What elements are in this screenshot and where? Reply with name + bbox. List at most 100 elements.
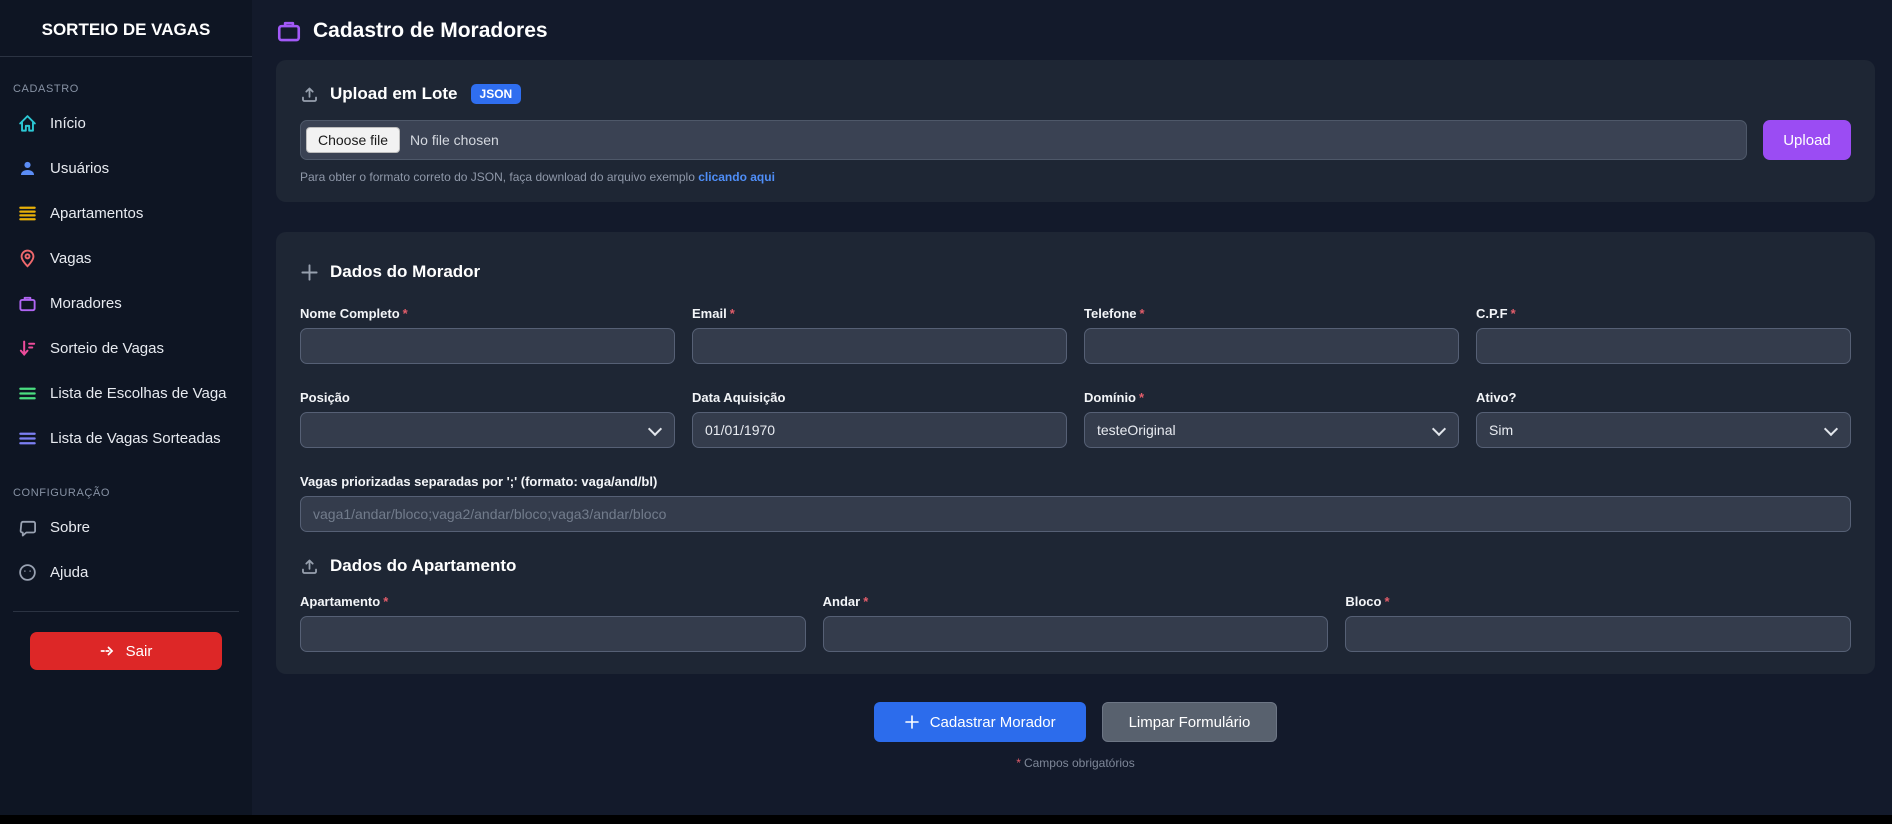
data-aquisicao-input[interactable] [692, 412, 1067, 448]
vagas-priorizadas-input[interactable] [300, 496, 1851, 532]
field-bloco: Bloco* [1345, 594, 1851, 652]
map-pin-icon [18, 249, 37, 268]
sidebar-item-moradores[interactable]: Moradores [0, 281, 252, 326]
divider [0, 56, 252, 57]
sidebar: SORTEIO DE VAGAS CADASTRO Início Usuário… [0, 0, 252, 824]
bloco-input[interactable] [1345, 616, 1851, 652]
choose-file-button[interactable]: Choose file [306, 127, 400, 153]
email-input[interactable] [692, 328, 1067, 364]
morador-section-title: Dados do Morador [330, 262, 480, 282]
section-label-cadastro: CADASTRO [13, 83, 252, 95]
sidebar-item-label: Ajuda [50, 564, 88, 581]
upload-icon [300, 557, 319, 576]
page-title: Cadastro de Moradores [313, 19, 548, 43]
posicao-select[interactable] [300, 412, 675, 448]
form-actions: Cadastrar Morador Limpar Formulário [276, 702, 1875, 742]
logout-button[interactable]: Sair [30, 632, 222, 670]
field-dominio: Domínio* testeOriginal [1084, 390, 1459, 448]
file-input[interactable]: Choose file No file chosen [300, 120, 1747, 160]
submit-label: Cadastrar Morador [930, 714, 1056, 731]
telefone-input[interactable] [1084, 328, 1459, 364]
chat-icon [18, 518, 37, 537]
form-row-3: Apartamento* Andar* Bloco* [300, 594, 1851, 652]
list-icon [18, 429, 37, 448]
section-label-configuracao: CONFIGURAÇÃO [13, 487, 252, 499]
sidebar-item-vagas[interactable]: Vagas [0, 236, 252, 281]
field-label: Nome Completo* [300, 306, 675, 321]
required-marker: * [1016, 756, 1021, 770]
sidebar-item-sobre[interactable]: Sobre [0, 505, 252, 550]
briefcase-icon [18, 294, 37, 313]
field-label: Ativo? [1476, 390, 1851, 405]
field-label: Bloco* [1345, 594, 1851, 609]
sidebar-item-ajuda[interactable]: Ajuda [0, 550, 252, 595]
apartamento-input[interactable] [300, 616, 806, 652]
upload-card: Upload em Lote JSON Choose file No file … [276, 60, 1875, 202]
required-marker: * [730, 306, 735, 321]
field-cpf: C.P.F* [1476, 306, 1851, 364]
form-card: Dados do Morador Nome Completo* Email* T… [276, 232, 1875, 674]
required-marker: * [403, 306, 408, 321]
field-apartamento: Apartamento* [300, 594, 806, 652]
main-content: Cadastro de Moradores Upload em Lote JSO… [252, 0, 1892, 824]
dominio-select[interactable]: testeOriginal [1084, 412, 1459, 448]
page-header: Cadastro de Moradores [276, 0, 1875, 58]
field-label: Posição [300, 390, 675, 405]
plus-icon [904, 714, 920, 730]
sidebar-item-inicio[interactable]: Início [0, 101, 252, 146]
sidebar-item-label: Apartamentos [50, 205, 143, 222]
andar-input[interactable] [823, 616, 1329, 652]
cadastrar-morador-button[interactable]: Cadastrar Morador [874, 702, 1086, 742]
field-label: C.P.F* [1476, 306, 1851, 321]
required-marker: * [1384, 594, 1389, 609]
upload-row: Choose file No file chosen Upload [300, 120, 1851, 160]
field-label: Telefone* [1084, 306, 1459, 321]
field-data-aquisicao: Data Aquisição [692, 390, 1067, 448]
sidebar-item-apartamentos[interactable]: Apartamentos [0, 191, 252, 236]
sort-icon [18, 339, 37, 358]
list-icon [18, 384, 37, 403]
ativo-select[interactable]: Sim [1476, 412, 1851, 448]
briefcase-icon [276, 18, 302, 44]
field-email: Email* [692, 306, 1067, 364]
field-posicao: Posição [300, 390, 675, 448]
sidebar-item-lista-escolhas[interactable]: Lista de Escolhas de Vaga [0, 371, 252, 416]
plus-icon [300, 263, 319, 282]
apartamento-section-title: Dados do Apartamento [330, 556, 516, 576]
field-label: Andar* [823, 594, 1329, 609]
upload-card-title: Upload em Lote [330, 84, 458, 104]
list-icon [18, 204, 37, 223]
sidebar-item-label: Moradores [50, 295, 122, 312]
upload-button[interactable]: Upload [1763, 120, 1851, 160]
upload-icon [300, 85, 319, 104]
sidebar-item-lista-sorteadas[interactable]: Lista de Vagas Sorteadas [0, 416, 252, 461]
sidebar-item-label: Lista de Vagas Sorteadas [50, 430, 221, 447]
required-marker: * [1139, 390, 1144, 405]
sidebar-item-usuarios[interactable]: Usuários [0, 146, 252, 191]
field-ativo: Ativo? Sim [1476, 390, 1851, 448]
upload-card-heading: Upload em Lote JSON [300, 84, 1851, 104]
cpf-input[interactable] [1476, 328, 1851, 364]
logout-label: Sair [126, 643, 153, 660]
form-row-1: Nome Completo* Email* Telefone* C.P.F* [300, 306, 1851, 364]
field-vagas-priorizadas: Vagas priorizadas separadas por ';' (for… [300, 474, 1851, 532]
sidebar-item-sorteio[interactable]: Sorteio de Vagas [0, 326, 252, 371]
field-telefone: Telefone* [1084, 306, 1459, 364]
required-footnote: *Campos obrigatórios [276, 756, 1875, 770]
home-icon [18, 114, 37, 133]
nome-completo-input[interactable] [300, 328, 675, 364]
sidebar-item-label: Vagas [50, 250, 91, 267]
helper-prefix: Para obter o formato correto do JSON, fa… [300, 170, 695, 184]
upload-helper-text: Para obter o formato correto do JSON, fa… [300, 170, 1851, 184]
user-icon [18, 159, 37, 178]
json-badge: JSON [471, 84, 522, 104]
field-label: Vagas priorizadas separadas por ';' (for… [300, 474, 1851, 489]
limpar-formulario-button[interactable]: Limpar Formulário [1102, 702, 1278, 742]
sidebar-item-label: Sorteio de Vagas [50, 340, 164, 357]
required-marker: * [1511, 306, 1516, 321]
morador-section-heading: Dados do Morador [300, 262, 1851, 282]
field-nome: Nome Completo* [300, 306, 675, 364]
download-example-link[interactable]: clicando aqui [698, 170, 775, 184]
sidebar-item-label: Lista de Escolhas de Vaga [50, 385, 227, 402]
divider [13, 611, 239, 612]
